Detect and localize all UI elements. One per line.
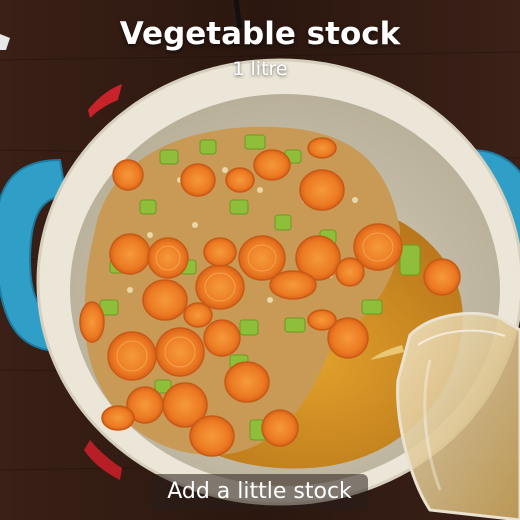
photo-scene: Vegetable stock 1 litre Add a little sto… xyxy=(0,0,520,520)
step-caption: Add a little stock xyxy=(151,474,368,510)
quantity-subtitle: 1 litre xyxy=(232,58,288,80)
page-title: Vegetable stock xyxy=(119,16,401,52)
